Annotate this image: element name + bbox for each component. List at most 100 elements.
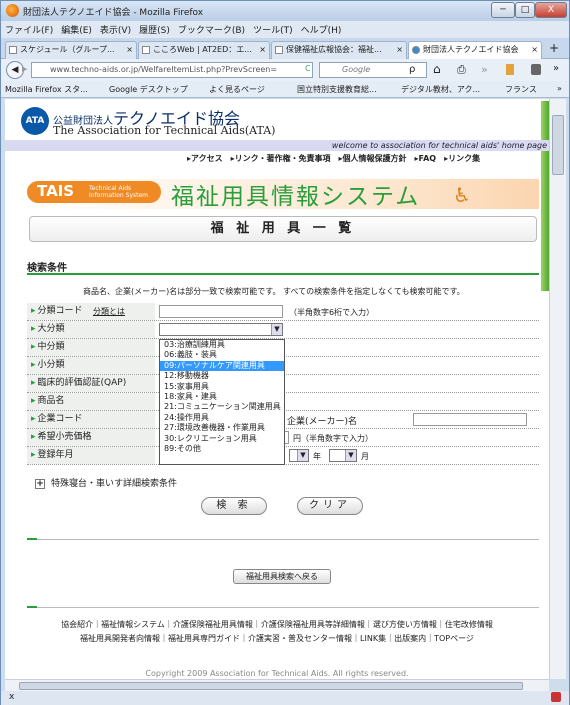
footer-links-row2[interactable]: 福祉用具開発者向情報｜福祉用具専門ガイド｜介護実習・普及センター情報｜LINK集… — [5, 633, 549, 644]
page-icon — [412, 46, 420, 54]
label-company-code: 企業コード — [27, 411, 155, 428]
footer-links-row1[interactable]: 協会紹介｜福祉情報システム｜介護保険福祉用具情報｜介護保険福祉用具等詳細情報｜選… — [5, 619, 549, 630]
rss-icon[interactable]: » — [481, 63, 488, 76]
vertical-scrollbar[interactable] — [549, 99, 566, 679]
dropdown-option[interactable]: 18:家具・建具 — [160, 392, 284, 402]
reload-button[interactable]: C — [305, 64, 311, 73]
expand-label: 特殊寝台・車いす詳細検索条件 — [51, 479, 178, 489]
tab-hokenfukushi[interactable]: 保健福祉広報協会：福祉... × — [271, 41, 407, 59]
link-label: リンク集 — [448, 154, 481, 163]
menu-file[interactable]: ファイル(F) — [1, 21, 57, 36]
dropdown-option[interactable]: 03:治療訓練用具 — [160, 340, 284, 350]
addon-icon[interactable] — [531, 64, 541, 75]
search-placeholder: Google — [342, 65, 371, 74]
menu-history[interactable]: 履歴(S) — [135, 21, 174, 36]
detail-search-toggle[interactable]: + 特殊寝台・車いす詳細検索条件 — [35, 476, 177, 489]
tab-close-icon[interactable]: × — [259, 42, 266, 58]
search-note: 商品名、企業(メーカー)名は部分一致で検索可能です。 すべての検索条件を指定しな… — [83, 287, 465, 296]
tab-close-icon[interactable]: × — [531, 42, 538, 58]
addon-status-icon[interactable] — [551, 692, 561, 702]
maximize-button[interactable]: □ — [515, 2, 535, 18]
major-category-dropdown[interactable]: 03:治療訓練用具 06:義肢・装具 09:パーソナルケア関連用具 12:移動機… — [159, 339, 285, 465]
scroll-thumb[interactable] — [552, 115, 564, 175]
link-label: FAQ — [418, 154, 437, 163]
chevron-down-icon[interactable]: ▼ — [297, 450, 308, 461]
dropdown-option[interactable]: 15:家事用具 — [160, 382, 284, 392]
section-divider — [27, 273, 539, 275]
menu-more-icon[interactable]: » — [553, 63, 559, 74]
tab-bar: スケジュール（グループ... × こころWeb | AT2ED：エ... × 保健福… — [1, 38, 569, 60]
clear-button[interactable]: クリア — [297, 497, 363, 515]
dropdown-option[interactable]: 27:環境改善機器・作業用具 — [160, 423, 284, 433]
print-icon[interactable]: ⎙ — [457, 63, 466, 77]
dropdown-option[interactable]: 21:コミュニケーション関連用具 — [160, 402, 284, 412]
navigation-bar: ◀ ▶ www.techno-aids.or.jp/WelfareItemLis… — [1, 59, 569, 81]
tab-label: スケジュール（グループ... — [20, 45, 115, 54]
tab-close-icon[interactable]: × — [126, 42, 133, 58]
forward-button[interactable]: ▶ — [22, 65, 27, 73]
tais-sub: Technical Aids Information System — [89, 185, 148, 199]
company-name-input[interactable] — [413, 413, 527, 426]
label-company-name: 企業(メーカー)名 — [287, 417, 358, 427]
dropdown-option[interactable]: 24:操作用具 — [160, 413, 284, 423]
dropdown-option[interactable]: 12:移動機器 — [160, 371, 284, 381]
search-button[interactable]: 検 索 — [201, 497, 267, 515]
bookmark-item[interactable]: Mozilla Firefox スタ... — [5, 84, 88, 95]
menu-bookmarks[interactable]: ブックマーク(B) — [174, 21, 249, 36]
dropdown-option[interactable]: 89:その他 — [160, 444, 284, 454]
bookmark-item[interactable]: デジタル教材、アク... — [401, 84, 480, 95]
link-copyright[interactable]: ▸リンク・著作権・免責事項 — [231, 154, 331, 163]
major-category-select[interactable]: ▼ — [159, 323, 283, 336]
link-links[interactable]: ▸リンク集 — [444, 154, 480, 163]
link-access[interactable]: ▸アクセス — [187, 154, 223, 163]
expand-icon[interactable]: + — [35, 479, 45, 489]
home-icon[interactable]: ⌂ — [433, 62, 441, 76]
year-select[interactable]: ▼ — [289, 449, 309, 462]
chevron-down-icon[interactable]: ▼ — [345, 450, 356, 461]
bookmark-item[interactable]: フランス — [505, 84, 537, 95]
chevron-down-icon[interactable]: ▼ — [271, 324, 282, 335]
org-name-en: The Association for Technical Aids(ATA) — [53, 124, 276, 137]
menu-help[interactable]: ヘルプ(H) — [297, 21, 346, 36]
bookmark-item[interactable]: Google デスクトップ — [109, 84, 188, 95]
bookmark-icon[interactable] — [506, 64, 514, 75]
dropdown-option[interactable]: 30:レクリエーション用具 — [160, 434, 284, 444]
menu-view[interactable]: 表示(V) — [96, 21, 135, 36]
bookmarks-more-icon[interactable]: » — [557, 84, 562, 93]
label-code: 分類コード — [27, 303, 155, 320]
menu-edit[interactable]: 編集(E) — [57, 21, 96, 36]
back-to-search-button[interactable]: 福祉用具検索へ戻る — [233, 569, 331, 584]
tais-label: TAIS — [37, 182, 75, 200]
bookmarks-bar: Mozilla Firefox スタ... Google デスクトップ よく見る… — [1, 81, 569, 98]
label-middle: 中分類 — [27, 339, 155, 356]
url-bar[interactable]: www.techno-aids.or.jp/WelfareItemList.ph… — [31, 62, 313, 78]
code-help-link[interactable]: 分類とは — [93, 306, 125, 317]
link-privacy[interactable]: ▸個人情報保護方針 — [338, 154, 406, 163]
month-select[interactable]: ▼ — [329, 449, 357, 462]
tab-schedule[interactable]: スケジュール（グループ... × — [5, 41, 137, 59]
bookmark-item[interactable]: よく見るページ — [209, 84, 265, 95]
minimize-button[interactable]: ─ — [491, 2, 515, 18]
tab-kokoro[interactable]: こころWeb | AT2ED：エ... × — [138, 41, 270, 59]
dropdown-option-highlighted[interactable]: 09:パーソナルケア関連用具 — [160, 360, 284, 372]
tab-close-icon[interactable]: × — [396, 42, 403, 58]
tais-sub2: Information System — [89, 192, 149, 199]
horizontal-scrollbar[interactable] — [5, 679, 549, 691]
menu-tools[interactable]: ツール(T) — [249, 21, 297, 36]
wheelchair-icon: ♿ — [453, 183, 471, 207]
new-tab-button[interactable]: + — [549, 41, 559, 55]
menu-bar: ファイル(F) 編集(E) 表示(V) 履歴(S) ブックマーク(B) ツール(T) ヘルプ… — [1, 21, 569, 38]
search-icon[interactable]: ρ — [409, 64, 415, 75]
divider-accent — [27, 538, 37, 540]
dropdown-option[interactable]: 06:義肢・装具 — [160, 350, 284, 360]
link-faq[interactable]: ▸FAQ — [415, 154, 437, 163]
close-button[interactable]: X — [535, 2, 567, 18]
title-bar: 財団法人テクノエイド協会 - Mozilla Firefox ─ □ X — [1, 1, 569, 21]
tab-technoaid[interactable]: 財団法人テクノエイド協会 × — [408, 41, 542, 60]
code-input[interactable] — [159, 305, 283, 318]
ata-logo[interactable]: ATA — [21, 107, 49, 135]
bookmark-item[interactable]: 国立特別支援教育総... — [297, 84, 377, 95]
scroll-thumb[interactable] — [19, 682, 523, 690]
close-findbar-icon[interactable]: x — [9, 692, 14, 702]
year-label: 年 — [313, 452, 321, 461]
